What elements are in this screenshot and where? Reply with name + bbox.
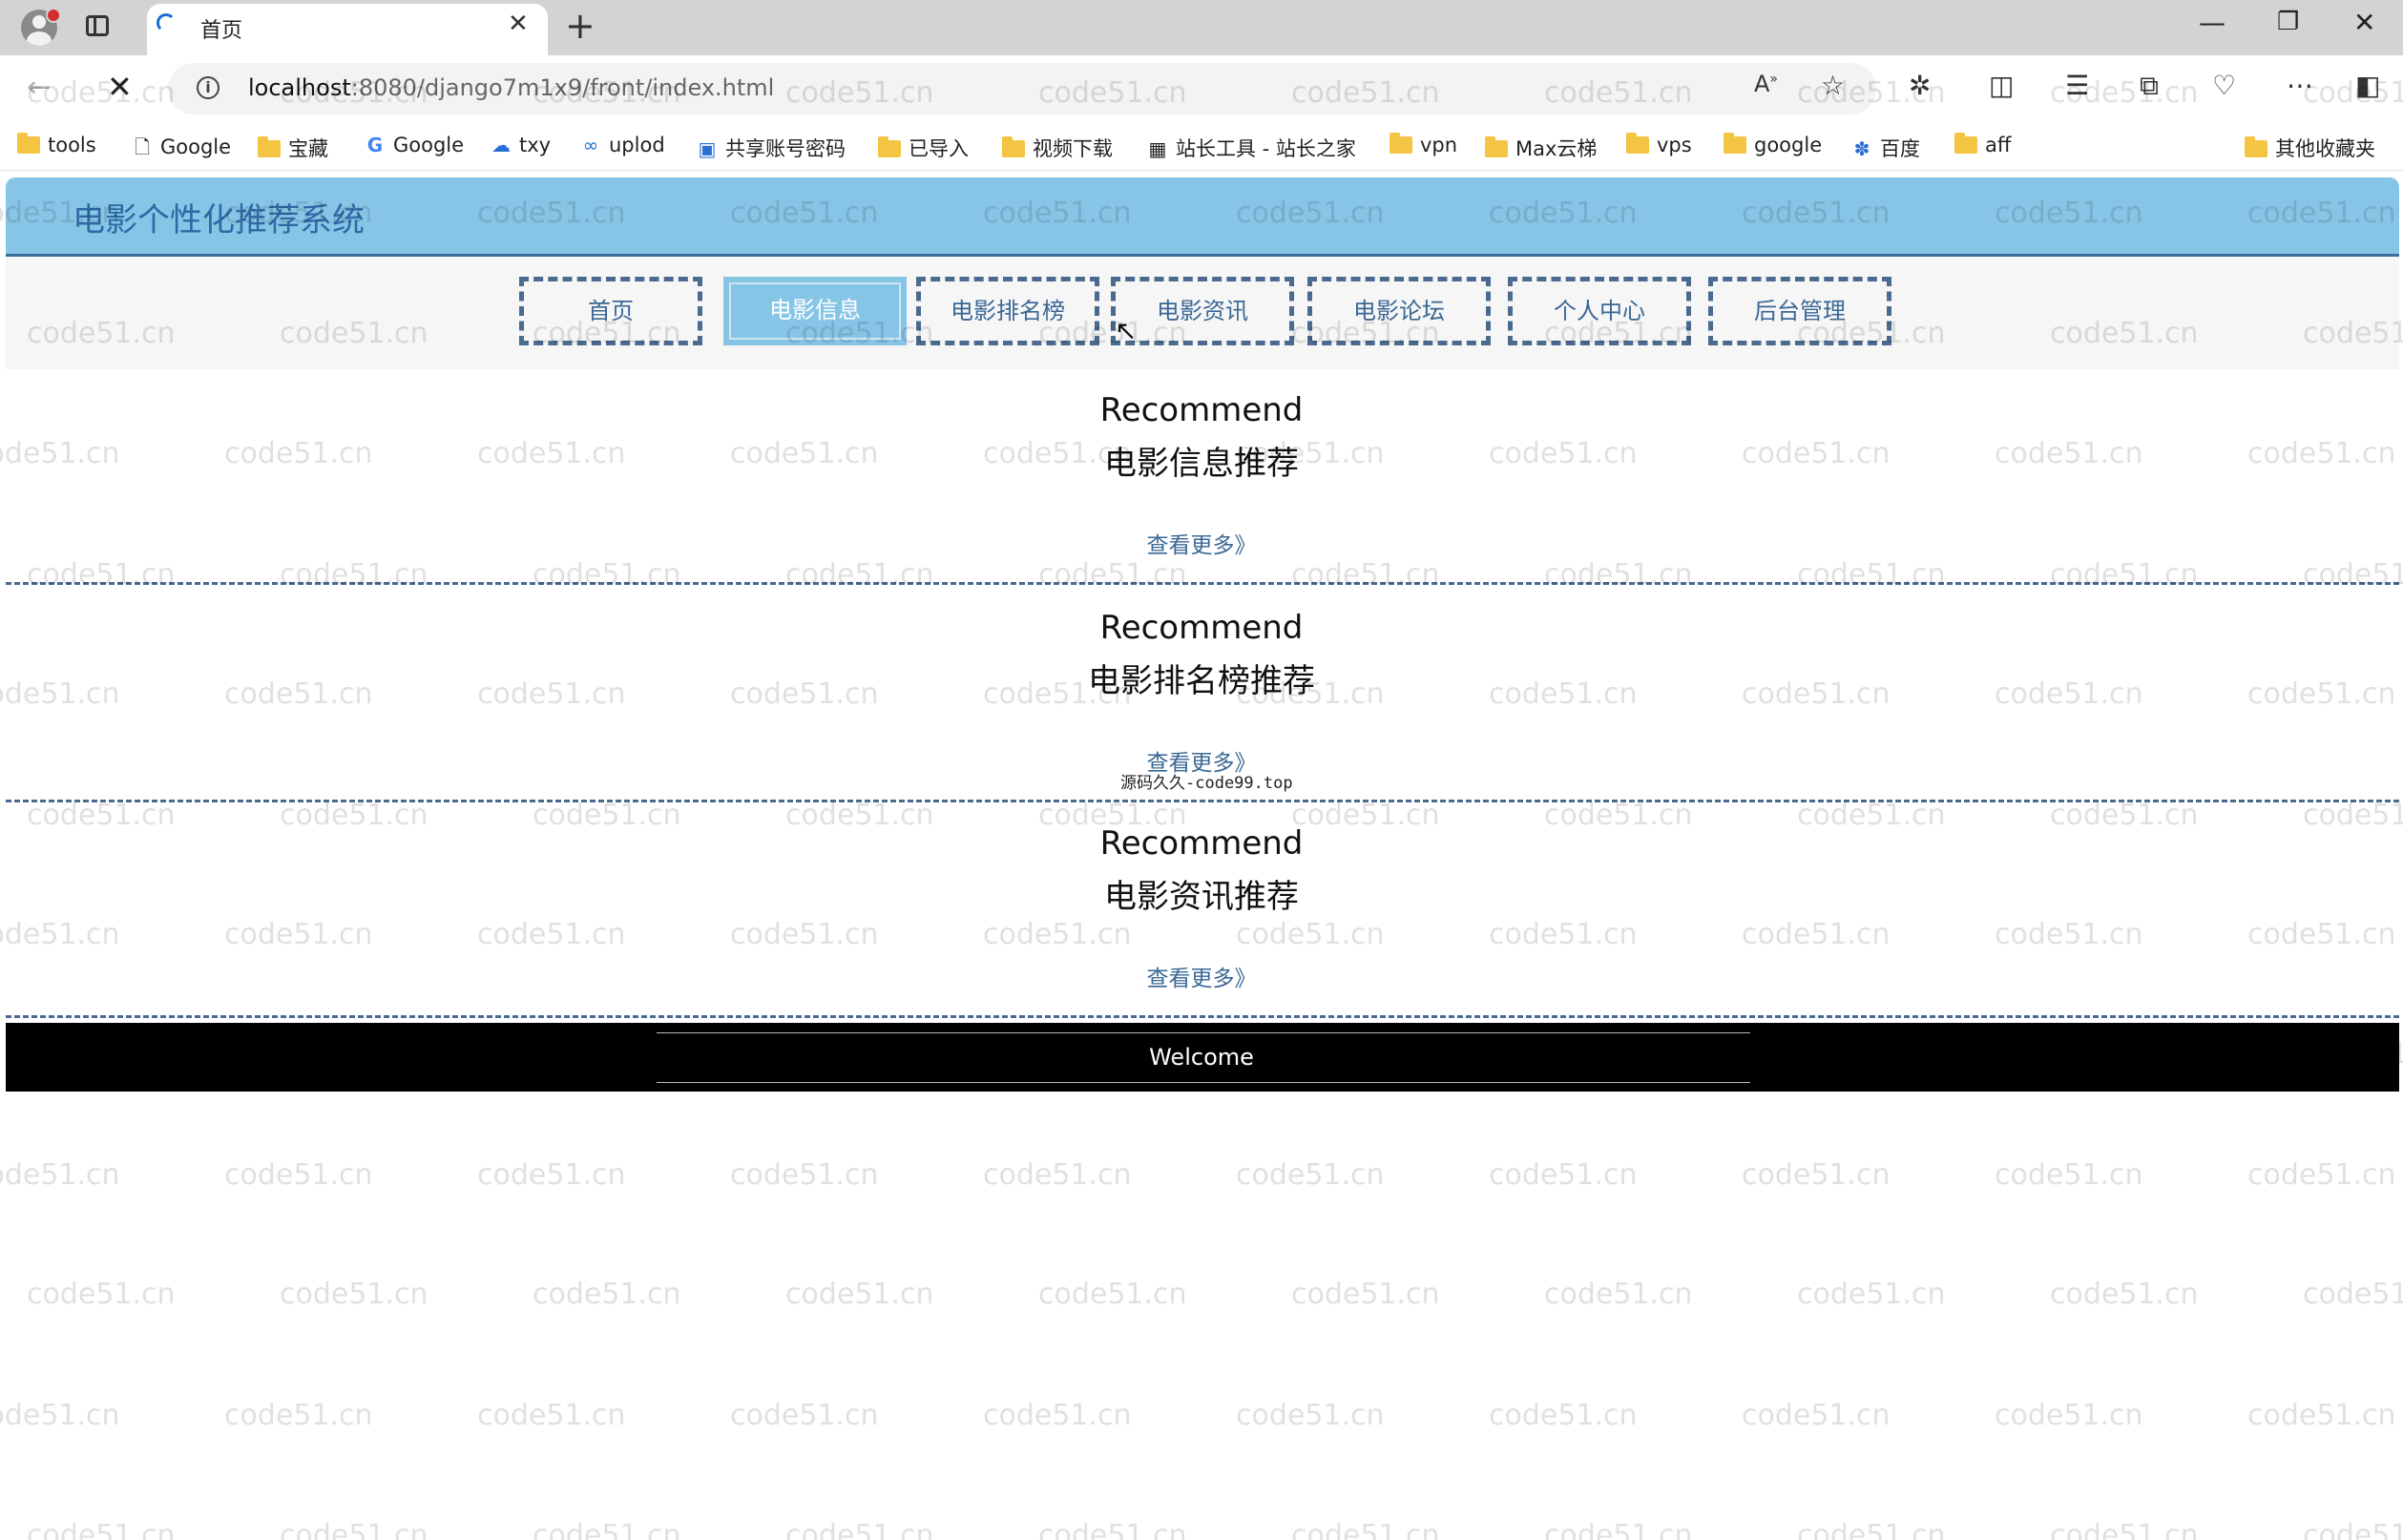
- read-aloud-icon[interactable]: A»: [1754, 73, 1778, 95]
- google-icon: G: [366, 134, 384, 156]
- folder-icon: [2245, 136, 2267, 157]
- link-icon: ∞: [582, 134, 599, 156]
- mouse-cursor-icon: ↖: [1115, 315, 1138, 346]
- source-note: 源码久久-code99.top: [1120, 774, 1293, 793]
- bookmark-item[interactable]: 宝藏: [258, 134, 328, 162]
- section-cn-title: 电影资讯推荐: [1104, 878, 1299, 916]
- browser-essentials-icon[interactable]: ♡: [2212, 73, 2236, 99]
- page-icon: 🗋: [134, 135, 151, 158]
- favorite-star-icon[interactable]: ☆: [1821, 73, 1845, 99]
- folder-icon: [1390, 133, 1412, 154]
- new-tab-icon[interactable]: +: [565, 8, 596, 44]
- footer-line-top: [657, 1032, 1750, 1033]
- folder-icon: [17, 133, 40, 154]
- folder-icon: [878, 136, 901, 157]
- view-more-link[interactable]: 查看更多》: [0, 527, 2403, 559]
- bookmark-item[interactable]: tools: [17, 133, 96, 156]
- back-arrow-icon[interactable]: ←: [27, 71, 51, 104]
- bookmark-item[interactable]: aff: [1954, 133, 2012, 156]
- view-more-link[interactable]: 查看更多》: [0, 960, 2403, 992]
- baidu-icon: ✽: [1853, 137, 1870, 160]
- bookmark-label: Google: [393, 134, 465, 156]
- favorites-list-icon[interactable]: ☰: [2065, 73, 2089, 99]
- bookmark-label: aff: [1985, 134, 2012, 156]
- bookmark-label: google: [1754, 134, 1823, 156]
- notification-dot: [46, 8, 61, 23]
- bookmark-item[interactable]: 🗋 Google: [130, 134, 231, 166]
- folder-icon: [258, 136, 281, 157]
- bookmark-item[interactable]: 已导入: [878, 134, 969, 162]
- folder-icon: [1002, 136, 1025, 157]
- section-en-title: Recommend: [1099, 824, 1304, 863]
- section-en-title: Recommend: [1099, 391, 1304, 429]
- site-icon: ▦: [1148, 137, 1167, 160]
- restore-icon[interactable]: ❐: [2277, 10, 2299, 34]
- nav-movie-news[interactable]: 电影资讯: [1111, 277, 1294, 345]
- nav-movie-forum[interactable]: 电影论坛: [1307, 277, 1491, 345]
- collections-icon[interactable]: ⧉: [2140, 73, 2159, 99]
- bookmark-label: vps: [1657, 134, 1692, 156]
- nav-home[interactable]: 首页: [519, 277, 702, 345]
- nav-admin[interactable]: 后台管理: [1708, 277, 1891, 345]
- url-text[interactable]: localhost:8080/django7m1x9/front/index.h…: [248, 74, 774, 101]
- bookmark-item[interactable]: google: [1724, 133, 1823, 156]
- section-divider: [6, 1015, 2399, 1018]
- bookmark-item[interactable]: 视频下载: [1002, 134, 1113, 162]
- bookmark-label: 宝藏: [288, 137, 328, 160]
- cloud-icon: ☁: [491, 134, 511, 156]
- bookmark-label: 站长工具 - 站长之家: [1176, 137, 1356, 160]
- stop-loading-icon[interactable]: ✕: [107, 69, 133, 105]
- site-info-icon[interactable]: i: [197, 76, 219, 99]
- bookmark-item[interactable]: ☁ txy: [489, 134, 551, 156]
- bookmark-label: 百度: [1880, 137, 1920, 160]
- nav-movie-info[interactable]: 电影信息: [723, 277, 907, 345]
- section-cn-title: 电影信息推荐: [1104, 445, 1299, 483]
- more-menu-icon[interactable]: ⋯: [2287, 73, 2313, 99]
- bookmark-label: tools: [48, 134, 96, 156]
- folder-icon: [1485, 136, 1508, 157]
- window-close-icon[interactable]: ✕: [2353, 10, 2375, 36]
- bookmark-item[interactable]: G Google: [363, 134, 464, 156]
- bookmark-label: 已导入: [909, 137, 969, 160]
- bookmark-label: vpn: [1420, 134, 1458, 156]
- bookmark-item[interactable]: vps: [1626, 133, 1692, 156]
- split-screen-icon[interactable]: ◫: [1989, 73, 2014, 99]
- site-title: 电影个性化推荐系统: [73, 201, 365, 239]
- section-divider: [6, 582, 2399, 585]
- site-header: [6, 177, 2399, 257]
- bookmark-item[interactable]: Max云梯: [1485, 134, 1597, 162]
- bookmark-item[interactable]: vpn: [1390, 133, 1458, 156]
- loading-spinner-icon: [157, 13, 176, 32]
- footer-welcome: Welcome: [1149, 1044, 1254, 1071]
- sidebar-toggle-icon[interactable]: ◧: [2355, 73, 2380, 99]
- bookmark-label: uplod: [609, 134, 665, 156]
- tab-title: 首页: [200, 19, 243, 43]
- bookmark-label: txy: [519, 134, 552, 156]
- bookmark-item[interactable]: ▦ 站长工具 - 站长之家: [1145, 134, 1356, 162]
- extensions-icon[interactable]: ✲: [1909, 73, 1931, 99]
- bookmark-label: Google: [160, 135, 232, 158]
- folder-icon: [1626, 133, 1649, 154]
- folder-icon: [1954, 133, 1977, 154]
- other-bookmarks[interactable]: 其他收藏夹: [2245, 134, 2375, 162]
- bookmark-label: 共享账号密码: [725, 137, 846, 160]
- section-en-title: Recommend: [1099, 609, 1304, 647]
- nav-movie-ranking[interactable]: 电影排名榜: [916, 277, 1099, 345]
- tab-actions-icon[interactable]: [86, 15, 109, 36]
- app-icon: ▣: [698, 137, 717, 160]
- section-divider: [6, 800, 2399, 802]
- folder-icon: [1724, 133, 1746, 154]
- tab-close-icon[interactable]: ✕: [508, 11, 529, 36]
- bookmark-label: 视频下载: [1033, 137, 1113, 160]
- bookmark-label: Max云梯: [1515, 137, 1598, 160]
- footer-line-bottom: [657, 1082, 1750, 1083]
- bookmark-item[interactable]: ∞ uplod: [578, 134, 665, 156]
- bookmark-item[interactable]: ✽ 百度: [1849, 134, 1920, 162]
- section-cn-title: 电影排名榜推荐: [1088, 662, 1315, 700]
- nav-personal-center[interactable]: 个人中心: [1508, 277, 1691, 345]
- minimize-icon[interactable]: —: [2199, 10, 2225, 36]
- bookmark-item[interactable]: ▣ 共享账号密码: [695, 134, 846, 162]
